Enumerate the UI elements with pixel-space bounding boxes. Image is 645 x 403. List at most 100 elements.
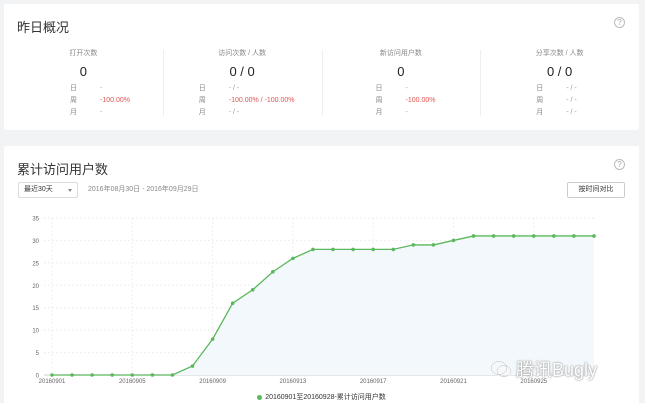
help-icon[interactable]: ?: [614, 159, 625, 170]
data-point: [592, 234, 596, 238]
data-point: [371, 247, 375, 252]
stat-value: 0: [397, 64, 405, 79]
stat-value: 0 / 0: [229, 64, 255, 79]
series-area: [52, 235, 594, 375]
chart-legend[interactable]: 20160901至20160928-累计访问用户数: [4, 392, 639, 402]
stat-row-value: -: [100, 109, 103, 116]
stat-row: 周 -100.00%: [376, 95, 481, 107]
range-select[interactable]: 最近30天: [18, 182, 78, 198]
data-point: [190, 364, 195, 368]
stat-row-key: 周: [536, 97, 544, 104]
data-point: [351, 247, 355, 252]
caret-down-icon: [68, 189, 72, 192]
data-point: [50, 373, 54, 377]
stat-row-key: 日: [536, 85, 544, 92]
data-point: [230, 301, 235, 306]
data-point: [451, 238, 456, 243]
wechat-icon: [490, 360, 512, 378]
stat-label: 新访问用户数: [379, 50, 422, 57]
y-tick-label: 10: [32, 329, 39, 335]
stat-row: 日 - / -: [536, 83, 639, 95]
stat-row-key: 月: [375, 109, 383, 116]
stat-row-key: 日: [375, 85, 383, 92]
stat-row-key: 周: [198, 97, 206, 104]
data-point: [70, 373, 74, 377]
data-point: [531, 234, 536, 238]
stat-column: 打开次数 0 日 - 周 -100.00% 月 -: [4, 48, 163, 118]
data-point: [271, 270, 275, 274]
date-range: 2016年08月30日 - 2016年09月29日: [88, 186, 199, 193]
legend-label: 20160901至20160928-累计访问用户数: [265, 394, 386, 401]
stat-row-key: 日: [198, 85, 206, 92]
stat-label: 打开次数: [69, 50, 98, 57]
help-icon[interactable]: ?: [614, 17, 625, 28]
stat-label: 分享次数 / 人数: [535, 50, 584, 57]
data-point: [110, 373, 115, 377]
stat-row-key: 月: [70, 109, 77, 116]
data-point: [210, 337, 215, 341]
stat-row-value: - / -: [566, 109, 577, 116]
stat-column: 新访问用户数 0 日 - 周 -100.00% 月 -: [321, 48, 481, 119]
overview-card: 昨日概况 ? 打开次数 0 日 - 周 -100.00% 月 - 访问次数 / 人数 0 / 0日…: [4, 4, 639, 130]
x-tick-label: 20160905: [119, 379, 146, 385]
y-tick-label: 15: [32, 306, 39, 312]
data-point: [130, 373, 135, 377]
range-select-value: 最近30天: [24, 186, 53, 193]
stat-row-key: 周: [70, 97, 77, 104]
stat-value: 0 / 0: [546, 64, 573, 79]
stat-row: 月 - / -: [199, 107, 322, 119]
stat-row-key: 月: [198, 109, 206, 116]
stat-row: 周 - / -: [536, 95, 639, 107]
trend-title[interactable]: 累计访问用户数: [17, 159, 108, 178]
data-point: [170, 373, 175, 377]
stat-row: 周 -100.00% / -100.00%: [199, 95, 322, 107]
legend-dot: [257, 394, 263, 400]
data-point: [471, 234, 476, 238]
stat-label: 访问次数 / 人数: [218, 50, 267, 57]
stat-row-value: -100.00%: [405, 97, 436, 104]
stat-row-value: - / -: [228, 109, 240, 116]
overview-stats: 打开次数 0 日 - 周 -100.00% 月 - 访问次数 / 人数 0 / 0日- / -周-…: [4, 48, 639, 118]
x-tick-label: 20160921: [440, 379, 467, 385]
stat-row-value: -: [405, 85, 408, 92]
data-point: [552, 234, 556, 238]
y-tick-label: 25: [32, 261, 39, 267]
stat-row-key: 周: [375, 97, 383, 104]
stat-value: 0: [79, 64, 87, 79]
overview-title: 昨日概况: [17, 20, 70, 35]
stat-column: 访问次数 / 人数 0 / 0 日 - / - 周 -100.00% / -100.00%…: [162, 48, 322, 119]
stat-row: 日-: [70, 83, 163, 95]
y-tick-label: 35: [32, 217, 39, 223]
stat-row-value: -100.00%: [100, 97, 130, 104]
x-tick-label: 20160909: [199, 379, 226, 385]
stat-row: 月-: [70, 107, 163, 119]
watermark: 腾讯Bugly: [490, 356, 597, 382]
data-point: [572, 234, 576, 238]
data-point: [90, 373, 94, 377]
stat-column: 分享次数 / 人数 0 / 0日 - / - 周 - / - 月 - / -: [480, 48, 639, 118]
data-point: [291, 256, 295, 261]
x-tick-label: 20160913: [280, 379, 307, 385]
stat-row: 日 - / -: [199, 83, 322, 95]
watermark-text: 腾讯Bugly: [516, 360, 598, 380]
data-point: [511, 234, 516, 238]
y-tick-label: 5: [36, 351, 40, 357]
compare-by-time-button[interactable]: 按时间对比: [567, 182, 625, 198]
y-tick-label: 20: [32, 284, 39, 290]
stat-row-key: 日: [70, 85, 77, 92]
stat-row-value: -: [405, 109, 408, 116]
stat-row-value: -: [100, 85, 103, 92]
data-point: [250, 287, 255, 292]
data-point: [331, 247, 335, 252]
stat-row: 月-: [376, 107, 481, 119]
x-tick-label: 20160901: [39, 379, 66, 385]
stat-row-value: - / -: [566, 97, 577, 104]
stat-row-value: - / -: [228, 85, 240, 92]
data-point: [391, 247, 396, 252]
y-tick-label: 30: [32, 239, 39, 245]
data-point: [491, 234, 496, 238]
data-point: [150, 373, 155, 377]
stat-row-value: - / -: [566, 85, 577, 92]
x-tick-label: 20160917: [360, 379, 387, 385]
stat-row: 周 -100.00%: [70, 95, 163, 107]
